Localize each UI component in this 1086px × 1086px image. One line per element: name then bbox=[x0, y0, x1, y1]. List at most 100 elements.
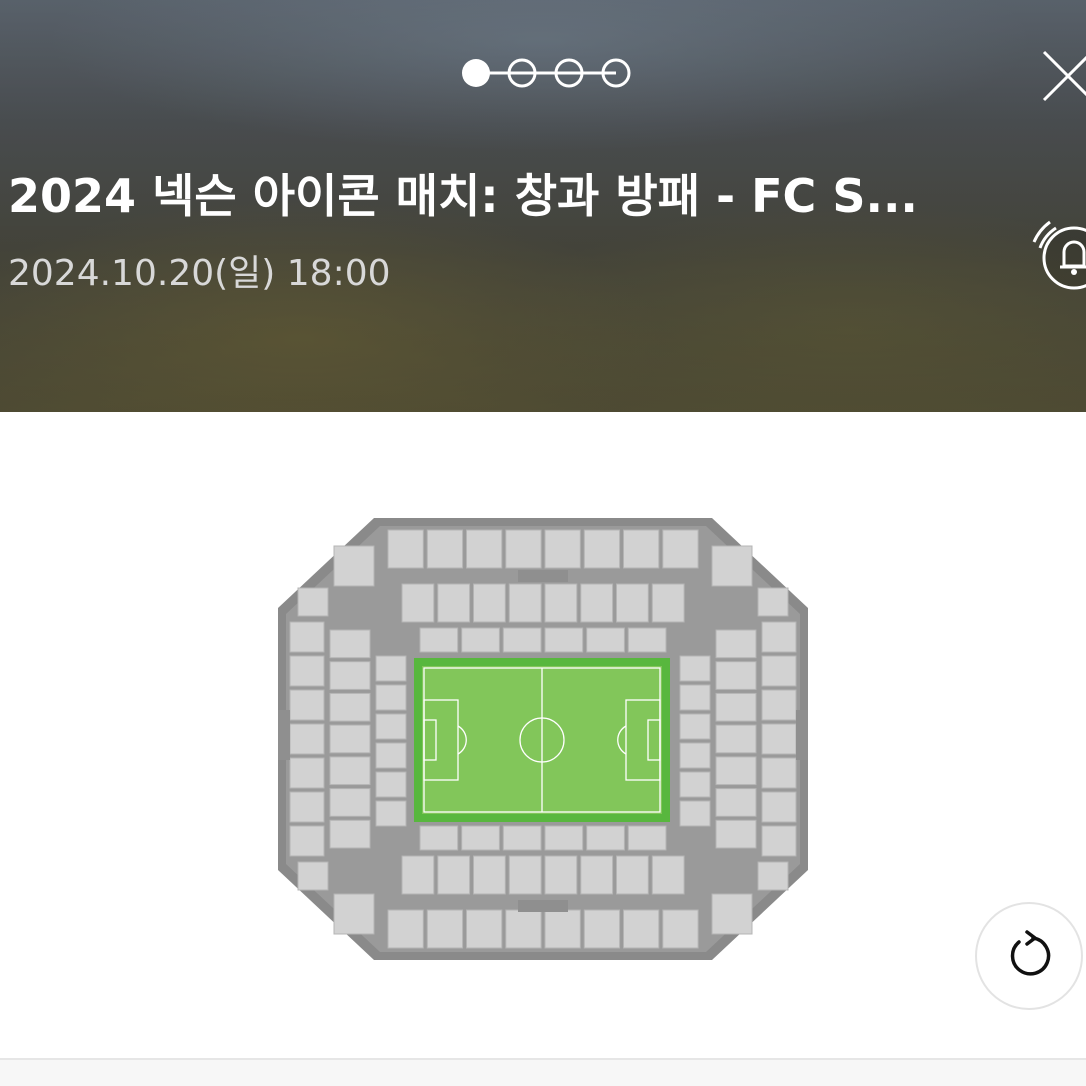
seat-block-89[interactable] bbox=[297, 587, 329, 617]
seat-block-74[interactable] bbox=[715, 692, 757, 722]
seat-block-38[interactable] bbox=[651, 855, 685, 895]
seat-block-42[interactable] bbox=[544, 825, 584, 851]
seat-block-68[interactable] bbox=[761, 723, 797, 755]
seat-block-11[interactable] bbox=[473, 583, 506, 623]
seat-block-31[interactable] bbox=[401, 855, 435, 895]
seat-block-10[interactable] bbox=[437, 583, 471, 623]
seat-block-65[interactable] bbox=[761, 621, 797, 653]
seat-block-30[interactable] bbox=[662, 909, 699, 949]
seat-block-50[interactable] bbox=[289, 791, 325, 823]
seat-block-70[interactable] bbox=[761, 791, 797, 823]
seat-block-58[interactable] bbox=[329, 819, 371, 849]
seat-block-77[interactable] bbox=[715, 788, 757, 817]
seat-block-7[interactable] bbox=[623, 529, 660, 569]
seat-block-92[interactable] bbox=[757, 861, 789, 891]
seat-block-85[interactable] bbox=[333, 545, 375, 587]
seat-block-41[interactable] bbox=[502, 825, 542, 851]
image-pager[interactable] bbox=[458, 56, 634, 90]
seat-block-83[interactable] bbox=[679, 771, 711, 798]
event-date: 2024.10.20(일) 18:00 bbox=[8, 253, 391, 294]
seat-block-56[interactable] bbox=[329, 756, 371, 786]
seat-block-43[interactable] bbox=[586, 825, 625, 851]
seat-block-14[interactable] bbox=[580, 583, 614, 623]
seat-block-60[interactable] bbox=[375, 684, 407, 711]
seat-block-18[interactable] bbox=[461, 627, 500, 653]
seat-block-25[interactable] bbox=[466, 909, 503, 949]
stadium-seat-map[interactable] bbox=[270, 510, 816, 970]
seat-block-49[interactable] bbox=[289, 757, 325, 789]
seat-block-88[interactable] bbox=[711, 893, 753, 935]
seat-block-33[interactable] bbox=[473, 855, 506, 895]
seat-block-15[interactable] bbox=[616, 583, 649, 623]
seat-block-80[interactable] bbox=[679, 684, 711, 711]
seat-block-52[interactable] bbox=[329, 629, 371, 659]
seat-block-26[interactable] bbox=[505, 909, 542, 949]
seat-block-71[interactable] bbox=[761, 825, 797, 857]
seat-block-36[interactable] bbox=[580, 855, 614, 895]
seat-block-72[interactable] bbox=[715, 629, 757, 659]
seat-block-45[interactable] bbox=[289, 621, 325, 653]
seat-block-27[interactable] bbox=[544, 909, 581, 949]
seat-block-44[interactable] bbox=[627, 825, 667, 851]
seat-block-8[interactable] bbox=[662, 529, 699, 569]
seat-block-22[interactable] bbox=[627, 627, 667, 653]
seat-block-75[interactable] bbox=[715, 724, 757, 754]
seat-block-35[interactable] bbox=[544, 855, 578, 895]
seat-block-28[interactable] bbox=[583, 909, 621, 949]
seat-block-46[interactable] bbox=[289, 655, 325, 687]
seat-block-90[interactable] bbox=[757, 587, 789, 617]
bell-icon[interactable] bbox=[1030, 214, 1086, 294]
seat-block-87[interactable] bbox=[333, 893, 375, 935]
seat-block-57[interactable] bbox=[329, 788, 371, 817]
seat-block-29[interactable] bbox=[623, 909, 660, 949]
seat-block-9[interactable] bbox=[401, 583, 435, 623]
seat-block-19[interactable] bbox=[502, 627, 542, 653]
seat-block-62[interactable] bbox=[375, 742, 407, 769]
seat-block-66[interactable] bbox=[761, 655, 797, 687]
seat-block-4[interactable] bbox=[505, 529, 542, 569]
seat-block-69[interactable] bbox=[761, 757, 797, 789]
seat-block-81[interactable] bbox=[679, 713, 711, 740]
seat-block-91[interactable] bbox=[297, 861, 329, 891]
seat-block-55[interactable] bbox=[329, 724, 371, 754]
seat-block-13[interactable] bbox=[544, 583, 578, 623]
seat-block-39[interactable] bbox=[419, 825, 459, 851]
aisle-right bbox=[796, 710, 808, 760]
seat-block-76[interactable] bbox=[715, 756, 757, 786]
seat-block-51[interactable] bbox=[289, 825, 325, 857]
seat-block-59[interactable] bbox=[375, 655, 407, 682]
seat-block-32[interactable] bbox=[437, 855, 471, 895]
seat-block-23[interactable] bbox=[387, 909, 424, 949]
seat-block-6[interactable] bbox=[583, 529, 621, 569]
seat-block-82[interactable] bbox=[679, 742, 711, 769]
seat-block-78[interactable] bbox=[715, 819, 757, 849]
seat-block-3[interactable] bbox=[466, 529, 503, 569]
seat-block-24[interactable] bbox=[426, 909, 464, 949]
seat-block-64[interactable] bbox=[375, 800, 407, 827]
seat-block-12[interactable] bbox=[508, 583, 542, 623]
seat-block-73[interactable] bbox=[715, 661, 757, 690]
seat-block-17[interactable] bbox=[419, 627, 459, 653]
seat-block-47[interactable] bbox=[289, 689, 325, 721]
seat-block-86[interactable] bbox=[711, 545, 753, 587]
seat-block-5[interactable] bbox=[544, 529, 581, 569]
seat-block-79[interactable] bbox=[679, 655, 711, 682]
seat-block-84[interactable] bbox=[679, 800, 711, 827]
seat-block-67[interactable] bbox=[761, 689, 797, 721]
seat-block-20[interactable] bbox=[544, 627, 584, 653]
seat-block-53[interactable] bbox=[329, 661, 371, 690]
pager-dot-active bbox=[462, 59, 490, 87]
seat-block-16[interactable] bbox=[651, 583, 685, 623]
seat-block-54[interactable] bbox=[329, 692, 371, 722]
seat-block-2[interactable] bbox=[426, 529, 464, 569]
seat-block-48[interactable] bbox=[289, 723, 325, 755]
seat-block-21[interactable] bbox=[586, 627, 625, 653]
close-icon[interactable] bbox=[1038, 46, 1086, 106]
seat-block-34[interactable] bbox=[508, 855, 542, 895]
seat-block-61[interactable] bbox=[375, 713, 407, 740]
refresh-button[interactable] bbox=[975, 902, 1083, 1010]
seat-block-37[interactable] bbox=[616, 855, 649, 895]
seat-block-63[interactable] bbox=[375, 771, 407, 798]
seat-block-40[interactable] bbox=[461, 825, 500, 851]
seat-block-1[interactable] bbox=[387, 529, 424, 569]
